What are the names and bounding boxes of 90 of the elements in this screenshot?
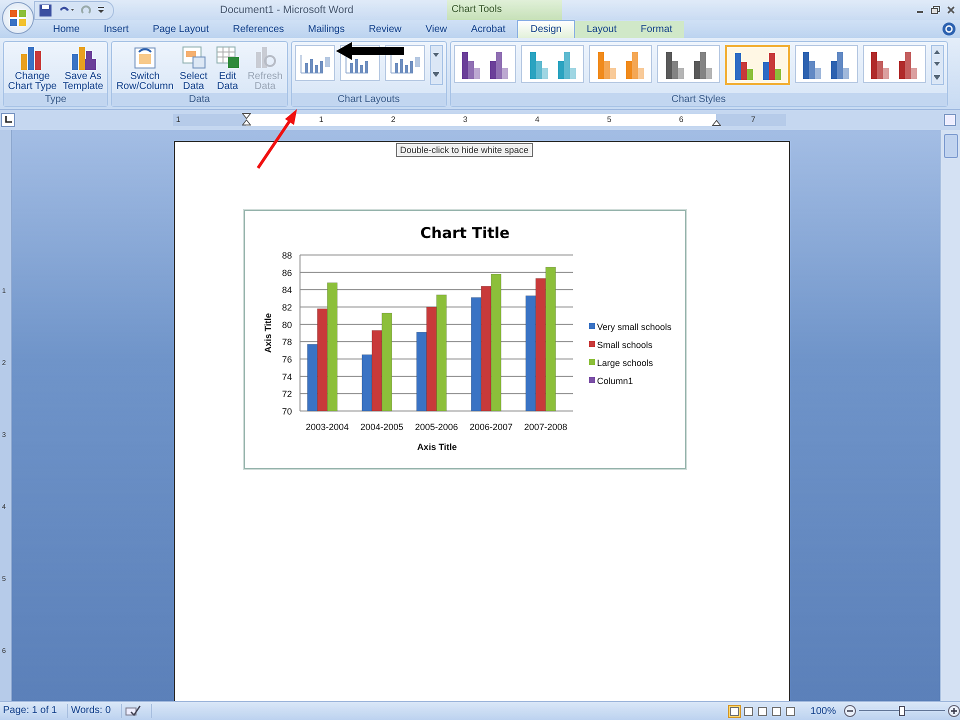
axis-tick-label: 88 — [282, 250, 292, 260]
category-label: 2003-2004 — [306, 422, 349, 432]
gallery-scroll-bar[interactable] — [430, 45, 443, 85]
view-button[interactable] — [728, 704, 742, 718]
legend-label: Small schools — [597, 340, 653, 350]
office-button[interactable] — [2, 2, 34, 34]
ribbon-tab[interactable]: Format — [628, 21, 684, 38]
chart-style-thumbnail[interactable] — [589, 45, 652, 83]
chart-style-thumbnail[interactable] — [521, 45, 584, 83]
ruler-number: 1 — [319, 114, 324, 126]
ribbon-button[interactable]: Switch Row/Column — [114, 44, 176, 92]
gallery-scroll-bar[interactable] — [930, 45, 944, 85]
ruler-number: 3 — [463, 114, 468, 126]
ribbon-button[interactable]: Save As Template — [60, 44, 106, 92]
axis-tick-label: 84 — [282, 285, 292, 296]
x-axis-title: Axis Title — [417, 442, 457, 452]
zoom-slider-thumb[interactable] — [899, 706, 905, 716]
ribbon-button[interactable]: Edit Data — [212, 44, 244, 92]
ruler-number: 1 — [176, 114, 180, 126]
category-label: 2007-2008 — [524, 422, 568, 432]
ruler-number: 4 — [535, 114, 540, 126]
office-logo — [7, 7, 29, 29]
chart-layout-thumbnail[interactable] — [294, 45, 335, 81]
legend-label: Large schools — [597, 358, 654, 368]
category-label: 2006-2007 — [470, 422, 513, 432]
ribbon-tab[interactable]: Review — [356, 21, 414, 38]
ribbon-tab[interactable]: Layout — [574, 21, 629, 38]
y-axis-title: Axis Title — [263, 313, 273, 353]
restore-icon[interactable] — [931, 6, 940, 14]
view-button[interactable] — [784, 704, 798, 718]
ribbon-tab[interactable]: Acrobat — [459, 21, 518, 38]
axis-tick-label: 72 — [282, 389, 292, 400]
axis-tick-label: 86 — [282, 268, 292, 278]
view-button[interactable] — [742, 704, 756, 718]
tooltip: Double-click to hide white space — [396, 143, 533, 157]
ribbon-button[interactable]: Change Chart Type — [6, 44, 59, 92]
page-count[interactable]: Page: 1 of 1 — [0, 704, 68, 718]
axis-tick-label: 74 — [282, 372, 292, 382]
axis-tick-label: 78 — [282, 337, 292, 348]
group-label: Data — [112, 93, 287, 106]
ribbon-tab[interactable]: References — [220, 21, 296, 38]
axis-tick-label: 76 — [282, 354, 292, 364]
chart-title: Chart Title — [420, 224, 510, 242]
tab-selector[interactable] — [1, 113, 15, 127]
indent-marker[interactable] — [242, 113, 251, 127]
ribbon-tab[interactable]: Mailings — [296, 21, 357, 38]
ribbon-tab[interactable]: Page Layout — [140, 21, 221, 38]
window-title: Document1 - Microsoft Word — [220, 4, 354, 16]
view-button[interactable] — [770, 704, 784, 718]
ruler-number: 2 — [391, 114, 396, 126]
arrow — [336, 42, 404, 60]
chart-style-thumbnail[interactable] — [862, 45, 926, 83]
zoom-out-icon[interactable] — [844, 705, 856, 717]
axis-tick-label: 70 — [282, 406, 292, 416]
customize-icon[interactable] — [97, 5, 105, 15]
contextual-tab-title: Chart Tools — [447, 0, 562, 20]
view-ruler-button[interactable] — [944, 114, 956, 126]
ribbon-tab[interactable]: Insert — [92, 21, 141, 38]
left-tab-icon — [4, 116, 12, 124]
proofing-icon[interactable] — [124, 705, 141, 717]
ruler-number: 7 — [751, 114, 756, 126]
chart-style-thumbnail[interactable] — [795, 45, 858, 83]
chart-style-thumbnail[interactable] — [725, 45, 790, 85]
help-icon[interactable] — [942, 22, 956, 36]
right-indent-marker[interactable] — [712, 120, 721, 126]
ribbon-tab[interactable]: Design — [517, 20, 575, 38]
close-icon[interactable] — [947, 6, 955, 14]
ribbon-tab[interactable]: View — [414, 21, 459, 38]
group-label: Type — [4, 93, 108, 106]
group-label: Chart Layouts — [292, 93, 446, 106]
vertical-scroll-bar[interactable] — [940, 130, 960, 701]
ruler-number: 6 — [679, 114, 684, 126]
save-icon[interactable] — [39, 4, 52, 16]
ribbon-button[interactable]: Select Data — [178, 44, 210, 92]
axis-tick-label: 80 — [282, 320, 292, 330]
arrow — [255, 107, 299, 171]
zoom-level[interactable]: 100% — [810, 706, 836, 716]
ruler-number: 5 — [607, 114, 612, 126]
word-count[interactable]: Words: 0 — [68, 704, 122, 718]
chart-style-thumbnail[interactable] — [454, 45, 516, 83]
group-label: Chart Styles — [450, 93, 947, 106]
category-label: 2005-2006 — [414, 422, 458, 432]
ribbon-tab[interactable]: Home — [41, 21, 92, 38]
legend-label: Column1 — [597, 376, 634, 386]
view-button[interactable] — [756, 704, 770, 718]
legend-label: Very small schools — [597, 322, 672, 332]
zoom-in-icon[interactable] — [948, 705, 960, 717]
chart-style-thumbnail[interactable] — [657, 45, 720, 83]
axis-tick-label: 82 — [282, 302, 292, 312]
category-label: 2004-2005 — [360, 422, 404, 432]
